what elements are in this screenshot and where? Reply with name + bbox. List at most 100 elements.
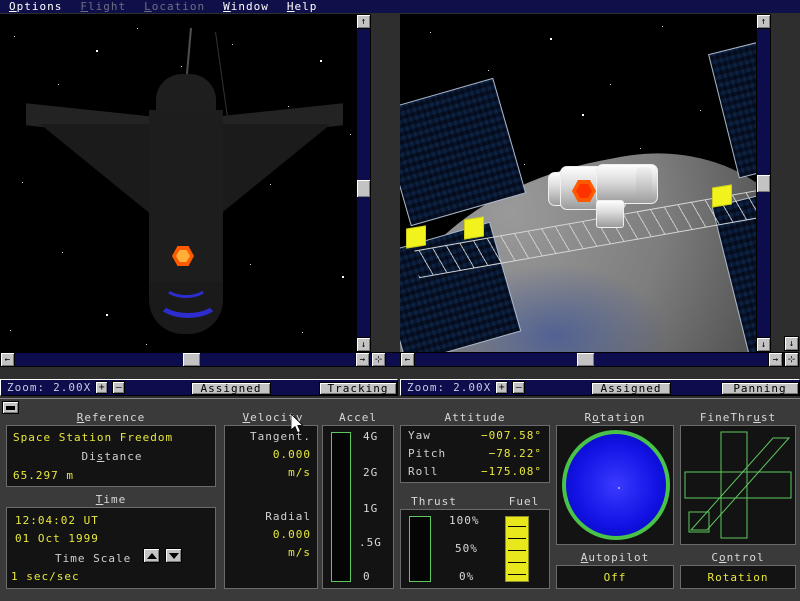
menu-item-options-label: ptions	[16, 0, 63, 13]
truss-payload-box-3	[712, 184, 732, 208]
finethrust-field[interactable]	[680, 425, 796, 545]
thrust-gauge[interactable]	[409, 516, 431, 582]
viewport-right-scroll-right-arrow-icon[interactable]: →	[768, 352, 783, 367]
viewport-right-center-button[interactable]: ⊹	[784, 352, 799, 367]
tracking-button-left[interactable]: Tracking	[319, 382, 397, 395]
truss-payload-box-1	[406, 225, 426, 249]
reference-target-value: Space Station Freedom	[13, 431, 174, 444]
viewport-right-vscroll-thumb[interactable]	[757, 175, 770, 192]
time-field: 12:04:02 UT 01 Oct 1999 Time Scale 1 sec…	[6, 507, 216, 589]
viewport-left-shuttle[interactable]: ↑ ↓	[0, 14, 371, 352]
truss-payload-box-2	[464, 216, 484, 240]
viewport-left-scroll-right-arrow-icon[interactable]: →	[355, 352, 370, 367]
rotation-ball[interactable]	[562, 430, 670, 540]
assigned-button-right[interactable]: Assigned	[591, 382, 671, 395]
time-clock-value: 12:04:02 UT	[15, 514, 99, 527]
thrust-tick-100: 100%	[449, 514, 480, 527]
thrust-fuel-field: 100% 50% 0%	[400, 509, 550, 589]
time-scale-up-button[interactable]	[143, 548, 160, 563]
status-bar-left: Zoom: 2.00X + – Assigned Tracking	[0, 379, 398, 396]
instrument-panel: Reference Space Station Freedom Distance…	[0, 398, 800, 601]
menu-item-window[interactable]: Window	[214, 1, 278, 12]
attitude-field: Yaw −007.58° Pitch −78.22° Roll −175.08°	[400, 425, 550, 483]
scroll-left-arrow-icon[interactable]: ←	[400, 352, 415, 367]
accel-tick-0: 0	[363, 570, 371, 583]
velocity-radial-label: Radial	[265, 510, 311, 523]
autopilot-readout[interactable]: Off	[556, 565, 674, 589]
pitch-value: −78.22°	[488, 447, 542, 460]
viewport-left-vscrollbar[interactable]: ↑ ↓	[356, 14, 371, 352]
velocity-tangent-value: 0.000	[272, 448, 311, 461]
viewport-right-hscroll-thumb[interactable]	[577, 353, 594, 366]
menu-item-help[interactable]: Help	[278, 1, 327, 12]
scroll-down-arrow-icon[interactable]: ↓	[356, 337, 371, 352]
accel-title: Accel	[338, 411, 378, 424]
accel-tick-halfg: .5G	[359, 536, 382, 549]
velocity-radial-unit: m/s	[288, 546, 311, 559]
time-scale-down-button[interactable]	[165, 548, 182, 563]
fuel-gauge	[505, 516, 529, 582]
viewport-right-station[interactable]: ↑ ↓	[400, 14, 771, 352]
distance-value: 65.297 m	[13, 469, 74, 482]
autopilot-title: Autopilot	[580, 551, 650, 564]
menu-bar: Options Flight Location Window Help	[0, 0, 800, 13]
rotation-title: Rotation	[584, 411, 646, 424]
rotation-center-dot	[618, 487, 620, 489]
accel-tick-1g: 1G	[363, 502, 379, 515]
status-bar-right: Zoom: 2.00X + – Assigned Panning	[400, 379, 800, 396]
velocity-field: Tangent. 0.000 m/s Radial 0.000 m/s	[224, 425, 318, 589]
autopilot-value: Off	[603, 570, 627, 584]
accel-tick-4g: 4G	[363, 430, 379, 443]
viewport-left-center-button[interactable]: ⊹	[371, 352, 386, 367]
shuttle-delta-left	[40, 124, 158, 220]
menu-item-flight[interactable]: Flight	[71, 1, 135, 12]
scroll-up-arrow-icon[interactable]: ↑	[756, 14, 771, 29]
velocity-tangent-label: Tangent.	[250, 430, 311, 443]
viewport-right-vscrollbar[interactable]: ↑ ↓	[756, 14, 771, 352]
thrust-tick-0: 0%	[459, 570, 475, 583]
zoom-in-button-left[interactable]: +	[95, 381, 109, 394]
zoom-out-button-right[interactable]: –	[512, 381, 526, 394]
reference-title: Reference	[76, 411, 146, 424]
control-title: Control	[711, 551, 765, 564]
yaw-label: Yaw	[408, 429, 431, 442]
finethrust-title: FineThrust	[699, 411, 777, 424]
zoom-label-right: Zoom:	[407, 381, 446, 394]
viewport-right-scroll-down-arrow-icon[interactable]: ↓	[784, 336, 799, 351]
yaw-value: −007.58°	[481, 429, 542, 442]
rotation-field[interactable]	[556, 425, 674, 545]
control-readout[interactable]: Rotation	[680, 565, 796, 589]
fuel-title: Fuel	[508, 495, 540, 508]
accel-field: 4G 2G 1G .5G 0	[322, 425, 394, 589]
panning-button-right[interactable]: Panning	[721, 382, 799, 395]
velocity-title: Velocity	[242, 411, 304, 424]
time-scale-value: 1 sec/sec	[11, 570, 80, 583]
zoom-value-right: 2.00X	[453, 381, 492, 394]
velocity-radial-value: 0.000	[272, 528, 311, 541]
viewport-right-hscrollbar[interactable]: ←	[400, 352, 786, 367]
time-date-value: 01 Oct 1999	[15, 532, 99, 545]
pitch-label: Pitch	[408, 447, 447, 460]
zoom-in-button-right[interactable]: +	[495, 381, 509, 394]
shuttle-delta-right	[213, 124, 331, 220]
accel-gauge	[331, 432, 351, 582]
time-title: Time	[95, 493, 127, 506]
scroll-left-arrow-icon[interactable]: ←	[0, 352, 15, 367]
finethrust-diagram[interactable]	[681, 426, 795, 544]
menu-item-options[interactable]: Options	[0, 1, 71, 12]
scroll-down-arrow-icon[interactable]: ↓	[756, 337, 771, 352]
distance-label: Distance	[81, 450, 143, 463]
control-value: Rotation	[707, 570, 769, 584]
zoom-value-left: 2.00X	[53, 381, 92, 394]
station-module-endcap	[636, 167, 652, 199]
roll-value: −175.08°	[481, 465, 542, 478]
scroll-up-arrow-icon[interactable]: ↑	[356, 14, 371, 29]
zoom-out-button-left[interactable]: –	[112, 381, 126, 394]
viewport-left-vscroll-thumb[interactable]	[357, 180, 370, 197]
orbit-arc-lower	[156, 282, 220, 318]
accel-tick-2g: 2G	[363, 466, 379, 479]
assigned-button-left[interactable]: Assigned	[191, 382, 271, 395]
roll-label: Roll	[408, 465, 439, 478]
menu-item-location[interactable]: Location	[135, 1, 214, 12]
viewport-left-hscroll-thumb[interactable]	[183, 353, 200, 366]
